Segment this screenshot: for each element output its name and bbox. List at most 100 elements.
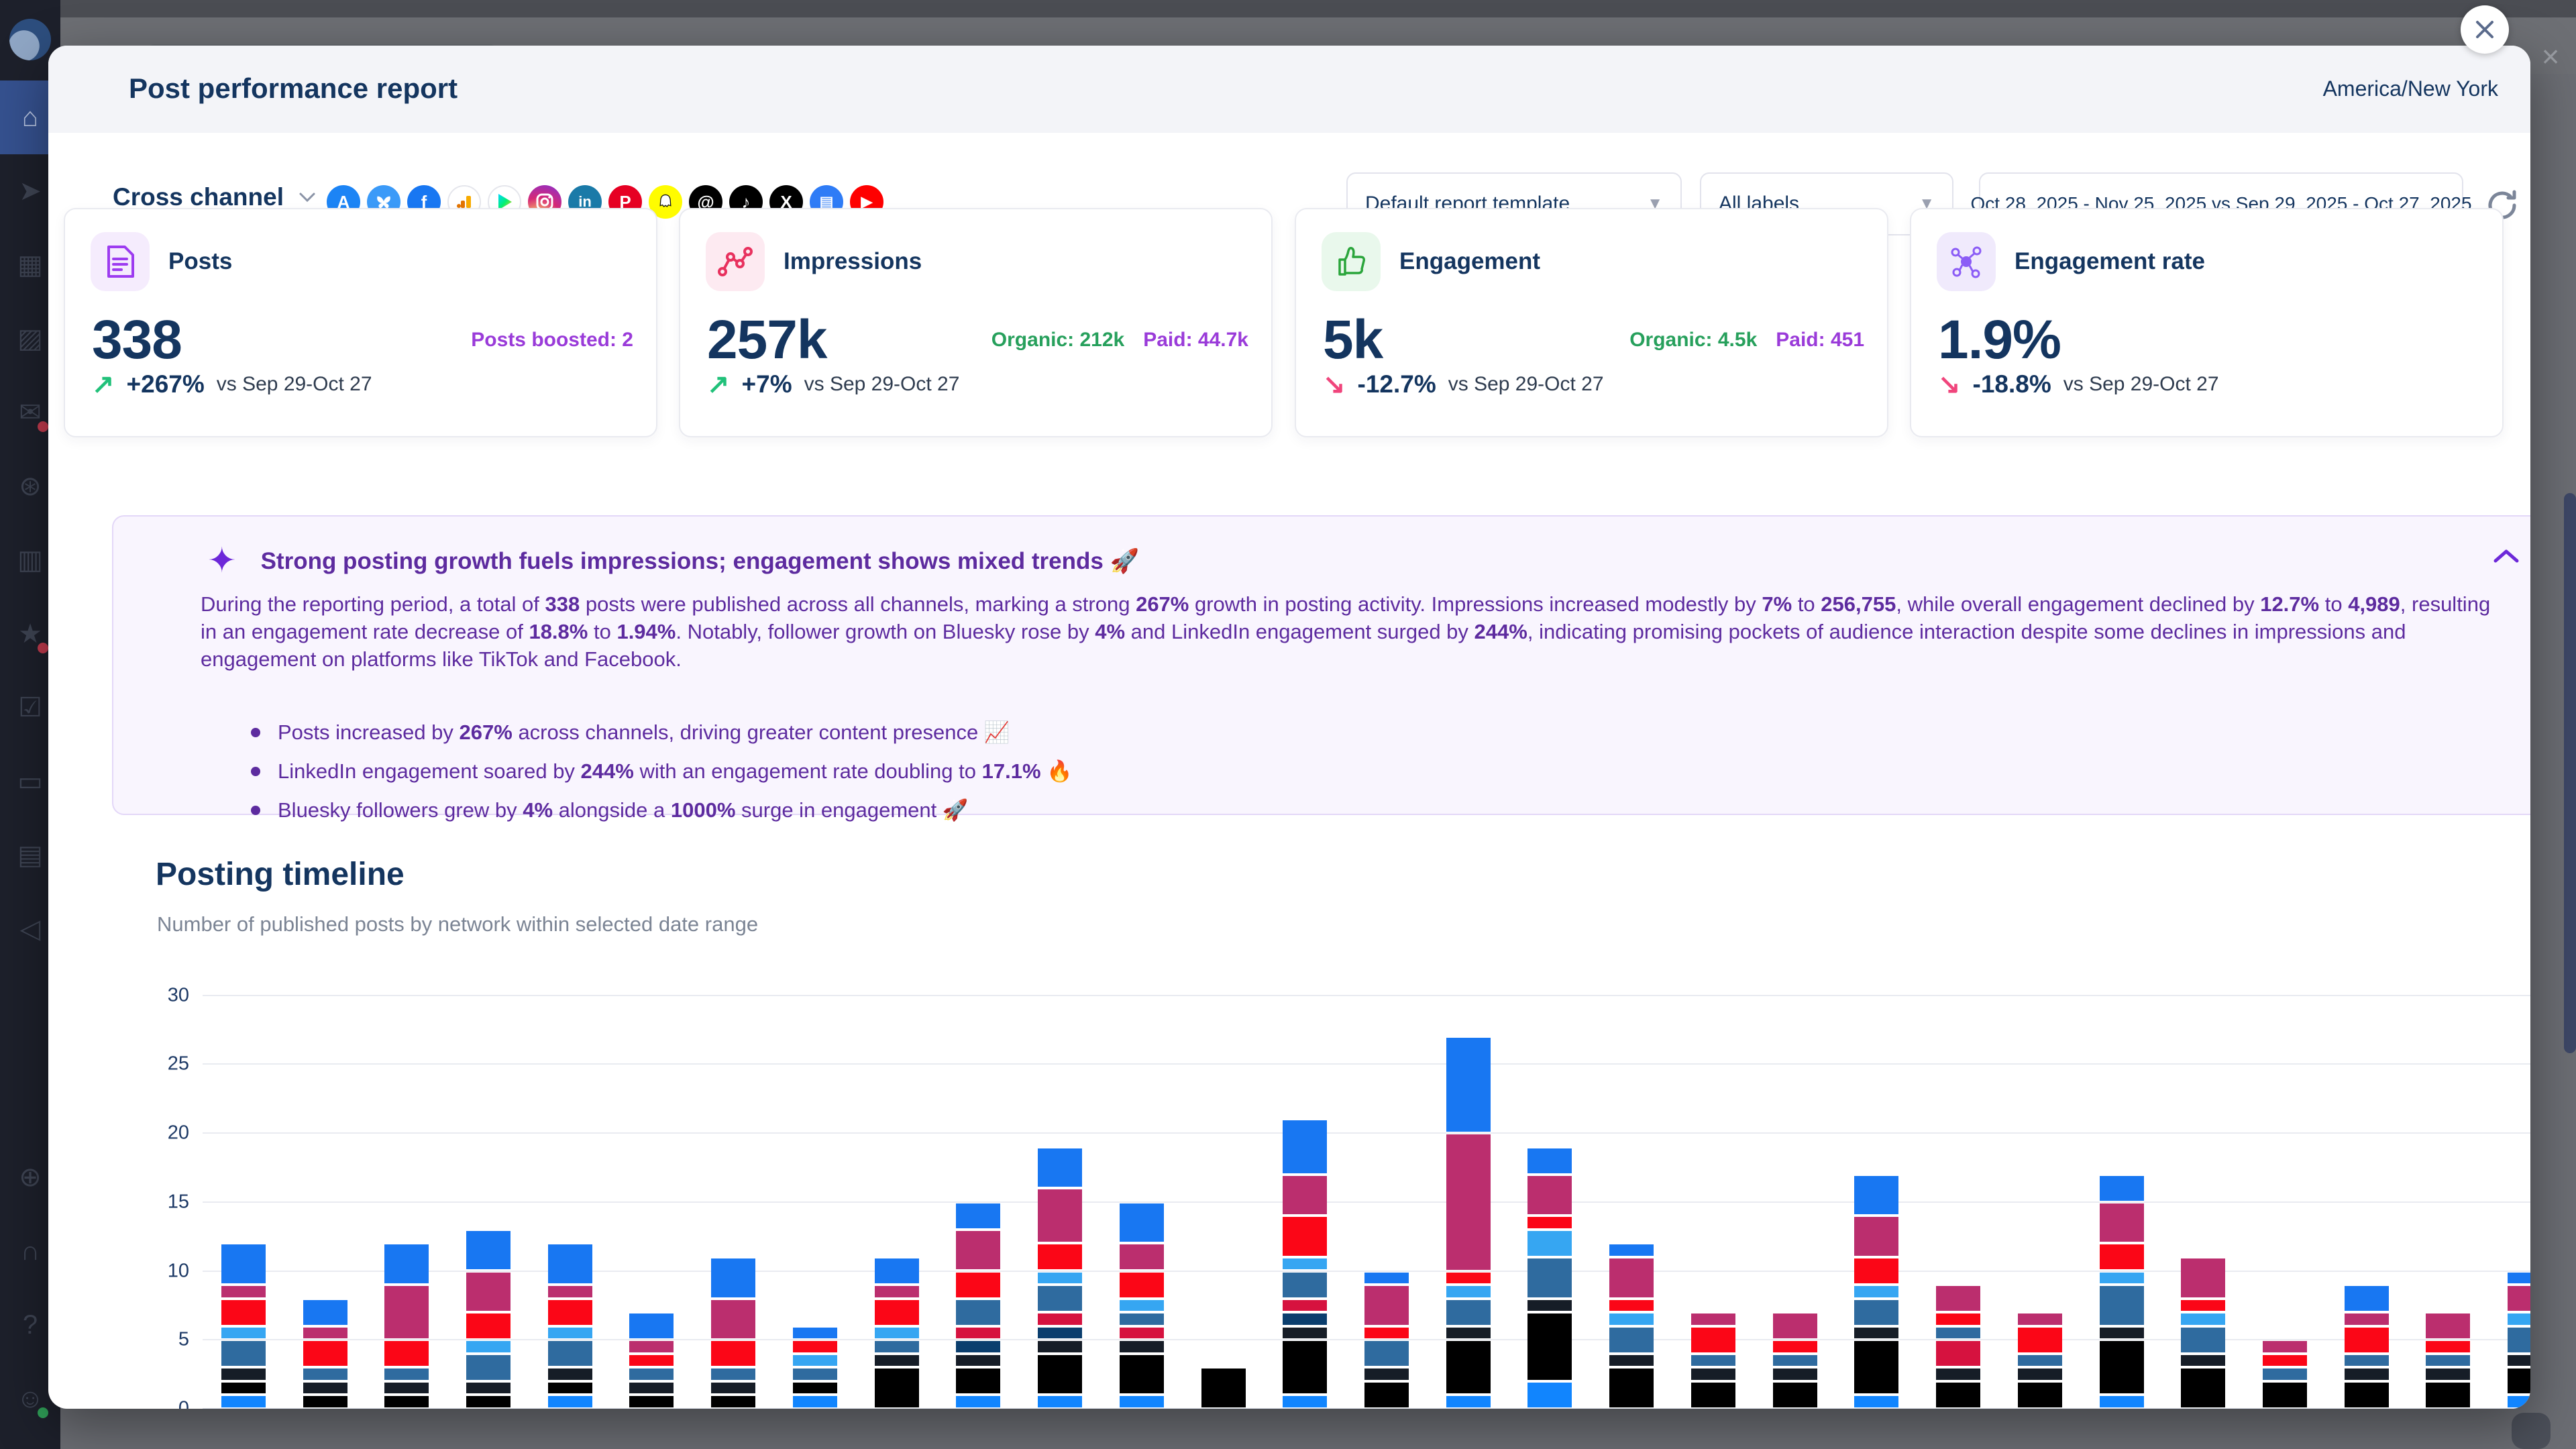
bar-segment-x-6-nov[interactable] [956,1355,1000,1366]
bar-segment-bluesky-12-nov[interactable] [1446,1396,1491,1407]
bar-segment-tiktok-15-nov[interactable] [1691,1383,1735,1407]
bar-segment-facebook-25-nov[interactable] [2508,1273,2530,1284]
bar-segment-youtube-5-nov[interactable] [875,1300,919,1325]
bar-segment-linkedin-5-nov[interactable] [875,1341,919,1352]
bar-segment-youtube-12-nov[interactable] [1446,1273,1491,1284]
bar-segment-youtube-13-nov[interactable] [1527,1217,1572,1228]
bar-segment-youtube-29-oct[interactable] [303,1341,347,1366]
bar-segment-facebook-8-nov[interactable] [1120,1203,1164,1242]
bar-segment-linkedin-16-nov[interactable] [1773,1355,1817,1366]
bar-segment-facebook-14-nov[interactable] [1609,1244,1654,1256]
bar-segment-bluesky-6-nov[interactable] [956,1396,1000,1407]
collapse-button[interactable] [2491,546,2521,566]
bar-segment-tiktok-29-oct[interactable] [303,1396,347,1407]
bar-segment-youtube-2-nov[interactable] [629,1355,674,1366]
bar-segment-tiktok-5-nov[interactable] [875,1368,919,1407]
bar-segment-linkedin-13-nov[interactable] [1527,1258,1572,1297]
bar-segment-bluesky-1-nov[interactable] [548,1396,592,1407]
bar-segment-x-15-nov[interactable] [1691,1368,1735,1380]
bar-segment-tiktok-31-oct[interactable] [466,1396,511,1407]
bar-segment-tiktok-8-nov[interactable] [1120,1355,1164,1394]
bar-segment-tiktok-22-nov[interactable] [2263,1383,2307,1407]
bar-segment-bluesky-8-nov[interactable] [1120,1396,1164,1407]
bar-segment-facebook-17-nov[interactable] [1854,1176,1898,1215]
bar-segment-x-7-nov[interactable] [1038,1341,1082,1352]
bar-segment-instagram-29-oct[interactable] [303,1328,347,1339]
bar-segment-twitter-8-nov[interactable] [1120,1300,1164,1311]
bar-segment-facebook-28-oct[interactable] [221,1244,266,1283]
bar-segment-x-24-nov[interactable] [2426,1368,2470,1380]
bar-segment-tiktok-28-oct[interactable] [221,1383,266,1394]
bar-segment-tiktok-24-nov[interactable] [2426,1383,2470,1407]
bar-segment-youtube-6-nov[interactable] [956,1273,1000,1297]
bar-segment-youtube-19-nov[interactable] [2018,1328,2062,1352]
bar-segment-instagram-24-nov[interactable] [2426,1313,2470,1338]
bar-segment-facebook-7-nov[interactable] [1038,1148,1082,1187]
bar-segment-bluesky-7-nov[interactable] [1038,1396,1082,1407]
bar-segment-youtube-22-nov[interactable] [2263,1355,2307,1366]
bar-segment-bluesky-4-nov[interactable] [793,1396,837,1407]
bar-segment-twitter-5-nov[interactable] [875,1328,919,1339]
bar-segment-facebook-5-nov[interactable] [875,1258,919,1283]
bar-segment-facebook-30-oct[interactable] [384,1244,429,1283]
bar-segment-instagram-30-oct[interactable] [384,1286,429,1338]
bar-segment-instagram-22-nov[interactable] [2263,1341,2307,1352]
bar-segment-youtube-23-nov[interactable] [2345,1328,2389,1352]
bar-segment-x-30-oct[interactable] [384,1383,429,1394]
bar-segment-youtube-16-nov[interactable] [1773,1341,1817,1352]
bar-segment-youtube-21-nov[interactable] [2181,1300,2225,1311]
bar-segment-facebook-29-oct[interactable] [303,1300,347,1325]
bar-segment-twitter-21-nov[interactable] [2181,1313,2225,1325]
bar-segment-youtube-28-oct[interactable] [221,1300,266,1325]
bar-segment-youtube-10-nov[interactable] [1283,1217,1327,1256]
bar-segment-tiktok-6-nov[interactable] [956,1368,1000,1393]
bar-segment-linkedin-1-nov[interactable] [548,1341,592,1366]
bar-segment-youtube-4-nov[interactable] [793,1341,837,1352]
bar-segment-pinterest-10-nov[interactable] [1283,1300,1327,1311]
bar-segment-tiktok-30-oct[interactable] [384,1396,429,1407]
bar-segment-linkedin-29-oct[interactable] [303,1368,347,1380]
bar-segment-facebook-2-nov[interactable] [629,1313,674,1338]
bar-segment-instagram-21-nov[interactable] [2181,1258,2225,1297]
bar-segment-twitter-13-nov[interactable] [1527,1231,1572,1256]
bar-segment-tiktok-14-nov[interactable] [1609,1368,1654,1407]
bar-segment-instagram-28-oct[interactable] [221,1286,266,1297]
bar-segment-x-13-nov[interactable] [1527,1300,1572,1311]
page-scrollbar-thumb[interactable] [2564,493,2576,1053]
bar-segment-instagram-10-nov[interactable] [1283,1176,1327,1215]
bar-segment-facebook-3-nov[interactable] [711,1258,755,1297]
bar-segment-instagram-31-oct[interactable] [466,1273,511,1311]
bar-segment-tiktok-1-nov[interactable] [548,1383,592,1394]
bar-segment-twitter-17-nov[interactable] [1854,1286,1898,1297]
bar-segment-youtube-8-nov[interactable] [1120,1273,1164,1297]
bar-segment-x-8-nov[interactable] [1120,1341,1164,1352]
bar-segment-instagram-20-nov[interactable] [2100,1203,2144,1242]
bar-segment-x-17-nov[interactable] [1854,1328,1898,1339]
bar-segment-threads-10-nov[interactable] [1283,1313,1327,1325]
bar-segment-x-14-nov[interactable] [1609,1355,1654,1366]
bar-segment-twitter-12-nov[interactable] [1446,1286,1491,1297]
bar-segment-youtube-11-nov[interactable] [1364,1328,1409,1339]
bar-segment-facebook-23-nov[interactable] [2345,1286,2389,1311]
bar-segment-bluesky-28-oct[interactable] [221,1396,266,1407]
bar-segment-x-11-nov[interactable] [1364,1368,1409,1380]
bar-segment-instagram-12-nov[interactable] [1446,1134,1491,1270]
bar-segment-linkedin-18-nov[interactable] [1936,1328,1980,1339]
bar-segment-youtube-31-oct[interactable] [466,1313,511,1338]
bar-segment-linkedin-19-nov[interactable] [2018,1355,2062,1366]
bar-segment-youtube-14-nov[interactable] [1609,1300,1654,1311]
bar-segment-threads-6-nov[interactable] [956,1341,1000,1352]
bar-segment-tiktok-9-nov[interactable] [1201,1368,1246,1407]
bar-segment-facebook-20-nov[interactable] [2100,1176,2144,1201]
bar-segment-bluesky-10-nov[interactable] [1283,1396,1327,1407]
bar-segment-linkedin-4-nov[interactable] [793,1368,837,1380]
bar-segment-tiktok-13-nov[interactable] [1527,1313,1572,1380]
bar-segment-tiktok-11-nov[interactable] [1364,1383,1409,1407]
bar-segment-linkedin-23-nov[interactable] [2345,1355,2389,1366]
bar-segment-instagram-8-nov[interactable] [1120,1244,1164,1269]
bar-segment-linkedin-3-nov[interactable] [711,1368,755,1380]
bar-segment-linkedin-31-oct[interactable] [466,1355,511,1380]
bar-segment-tiktok-3-nov[interactable] [711,1396,755,1407]
bar-segment-facebook-4-nov[interactable] [793,1328,837,1339]
bar-segment-youtube-17-nov[interactable] [1854,1258,1898,1283]
